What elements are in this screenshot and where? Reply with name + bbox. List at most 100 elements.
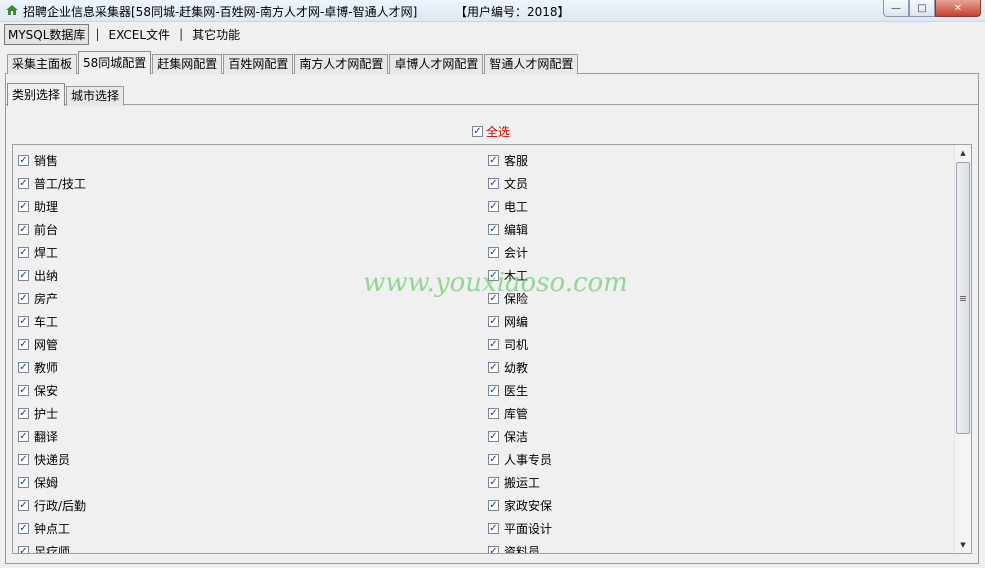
checkbox-checked-icon[interactable]: ✓ xyxy=(18,477,29,488)
checkbox-checked-icon[interactable]: ✓ xyxy=(18,224,29,235)
category-item[interactable]: ✓ 行政/后勤 xyxy=(18,494,86,517)
category-item[interactable]: ✓ 平面设计 xyxy=(488,517,552,540)
category-item[interactable]: ✓ 资料员 xyxy=(488,540,552,553)
category-item[interactable]: ✓ 医生 xyxy=(488,379,552,402)
tab-baixing-config[interactable]: 百姓网配置 xyxy=(223,54,294,74)
checkbox-checked-icon[interactable]: ✓ xyxy=(488,477,499,488)
checkbox-checked-icon[interactable]: ✓ xyxy=(18,155,29,166)
category-item[interactable]: ✓ 保洁 xyxy=(488,425,552,448)
checkbox-checked-icon[interactable]: ✓ xyxy=(488,224,499,235)
checkbox-checked-icon[interactable]: ✓ xyxy=(488,385,499,396)
checkbox-checked-icon[interactable]: ✓ xyxy=(488,362,499,373)
menu-other[interactable]: 其它功能 xyxy=(189,25,243,44)
category-item[interactable]: ✓ 人事专员 xyxy=(488,448,552,471)
checkbox-checked-icon[interactable]: ✓ xyxy=(488,454,499,465)
checkbox-checked-icon[interactable]: ✓ xyxy=(18,523,29,534)
category-item[interactable]: ✓ 护士 xyxy=(18,402,86,425)
checkbox-checked-icon[interactable]: ✓ xyxy=(18,316,29,327)
category-item[interactable]: ✓ 文员 xyxy=(488,172,552,195)
checkbox-checked-icon[interactable]: ✓ xyxy=(488,431,499,442)
menu-excel[interactable]: EXCEL文件 xyxy=(105,25,173,44)
checkbox-checked-icon[interactable]: ✓ xyxy=(488,523,499,534)
category-item[interactable]: ✓ 电工 xyxy=(488,195,552,218)
checkbox-checked-icon[interactable]: ✓ xyxy=(488,178,499,189)
category-item[interactable]: ✓ 网管 xyxy=(18,333,86,356)
checkbox-checked-icon[interactable]: ✓ xyxy=(488,500,499,511)
category-item[interactable]: ✓ 翻译 xyxy=(18,425,86,448)
category-label: 助理 xyxy=(34,200,59,214)
category-item[interactable]: ✓ 幼教 xyxy=(488,356,552,379)
checkbox-checked-icon[interactable]: ✓ xyxy=(18,270,29,281)
category-item[interactable]: ✓ 助理 xyxy=(18,195,86,218)
tab-nanfang-config[interactable]: 南方人才网配置 xyxy=(294,54,389,74)
tab-ganji-config[interactable]: 赶集网配置 xyxy=(152,54,223,74)
checkbox-checked-icon[interactable]: ✓ xyxy=(18,339,29,350)
category-label: 网编 xyxy=(504,315,529,329)
checkbox-checked-icon[interactable]: ✓ xyxy=(472,126,483,137)
tab-zhuobo-config[interactable]: 卓博人才网配置 xyxy=(389,54,484,74)
tab-city-select[interactable]: 城市选择 xyxy=(66,86,125,106)
category-item[interactable]: ✓ 库管 xyxy=(488,402,552,425)
category-item[interactable]: ✓ 普工/技工 xyxy=(18,172,86,195)
scrollbar-thumb[interactable] xyxy=(956,162,970,434)
category-item[interactable]: ✓ 前台 xyxy=(18,218,86,241)
checkbox-checked-icon[interactable]: ✓ xyxy=(18,293,29,304)
checkbox-checked-icon[interactable]: ✓ xyxy=(488,546,499,553)
menu-separator: | xyxy=(179,27,184,41)
category-item[interactable]: ✓ 足疗师 xyxy=(18,540,86,553)
category-item[interactable]: ✓ 网编 xyxy=(488,310,552,333)
category-item[interactable]: ✓ 保姆 xyxy=(18,471,86,494)
maximize-button[interactable]: □ xyxy=(909,0,935,17)
category-checklist[interactable]: ✓ 销售 ✓ 普工/技工 ✓ 助理 ✓ 前台 ✓ 焊工 ✓ 出纳 ✓ 房产 ✓ 车工 ✓ 网管 ✓… xyxy=(12,144,972,554)
checkbox-checked-icon[interactable]: ✓ xyxy=(18,201,29,212)
category-item[interactable]: ✓ 保安 xyxy=(18,379,86,402)
checkbox-checked-icon[interactable]: ✓ xyxy=(18,500,29,511)
checkbox-checked-icon[interactable]: ✓ xyxy=(18,454,29,465)
checkbox-checked-icon[interactable]: ✓ xyxy=(488,316,499,327)
checkbox-checked-icon[interactable]: ✓ xyxy=(488,408,499,419)
checkbox-checked-icon[interactable]: ✓ xyxy=(18,546,29,553)
category-item[interactable]: ✓ 搬运工 xyxy=(488,471,552,494)
tab-58-config[interactable]: 58同城配置 xyxy=(78,51,152,74)
category-item[interactable]: ✓ 出纳 xyxy=(18,264,86,287)
checkbox-checked-icon[interactable]: ✓ xyxy=(488,201,499,212)
category-item[interactable]: ✓ 焊工 xyxy=(18,241,86,264)
scroll-down-arrow-icon[interactable]: ▼ xyxy=(955,537,971,553)
category-item[interactable]: ✓ 保险 xyxy=(488,287,552,310)
checkbox-checked-icon[interactable]: ✓ xyxy=(18,408,29,419)
category-item[interactable]: ✓ 司机 xyxy=(488,333,552,356)
select-all-checkbox[interactable]: ✓ 全选 xyxy=(472,123,510,140)
category-item[interactable]: ✓ 快递员 xyxy=(18,448,86,471)
close-button[interactable]: ✕ xyxy=(935,0,981,17)
category-item[interactable]: ✓ 客服 xyxy=(488,149,552,172)
category-item[interactable]: ✓ 教师 xyxy=(18,356,86,379)
checkbox-checked-icon[interactable]: ✓ xyxy=(18,178,29,189)
tab-main-panel[interactable]: 采集主面板 xyxy=(7,54,78,74)
minimize-button[interactable]: — xyxy=(883,0,909,17)
checkbox-checked-icon[interactable]: ✓ xyxy=(488,293,499,304)
category-item[interactable]: ✓ 销售 xyxy=(18,149,86,172)
category-item[interactable]: ✓ 车工 xyxy=(18,310,86,333)
checkbox-checked-icon[interactable]: ✓ xyxy=(18,431,29,442)
category-item[interactable]: ✓ 木工 xyxy=(488,264,552,287)
checkbox-checked-icon[interactable]: ✓ xyxy=(488,155,499,166)
category-item[interactable]: ✓ 钟点工 xyxy=(18,517,86,540)
menu-separator: | xyxy=(95,27,100,41)
category-label: 前台 xyxy=(34,223,59,237)
menu-mysql[interactable]: MYSQL数据库 xyxy=(4,23,90,45)
tab-category-select[interactable]: 类别选择 xyxy=(7,83,66,106)
category-label: 车工 xyxy=(34,315,59,329)
vertical-scrollbar[interactable]: ▲ ▼ xyxy=(954,145,971,553)
scroll-up-arrow-icon[interactable]: ▲ xyxy=(955,145,971,161)
category-item[interactable]: ✓ 家政安保 xyxy=(488,494,552,517)
category-item[interactable]: ✓ 编辑 xyxy=(488,218,552,241)
checkbox-checked-icon[interactable]: ✓ xyxy=(18,385,29,396)
checkbox-checked-icon[interactable]: ✓ xyxy=(18,362,29,373)
checkbox-checked-icon[interactable]: ✓ xyxy=(488,339,499,350)
checkbox-checked-icon[interactable]: ✓ xyxy=(18,247,29,258)
category-item[interactable]: ✓ 房产 xyxy=(18,287,86,310)
checkbox-checked-icon[interactable]: ✓ xyxy=(488,270,499,281)
tab-zhitong-config[interactable]: 智通人才网配置 xyxy=(484,54,579,74)
category-item[interactable]: ✓ 会计 xyxy=(488,241,552,264)
checkbox-checked-icon[interactable]: ✓ xyxy=(488,247,499,258)
